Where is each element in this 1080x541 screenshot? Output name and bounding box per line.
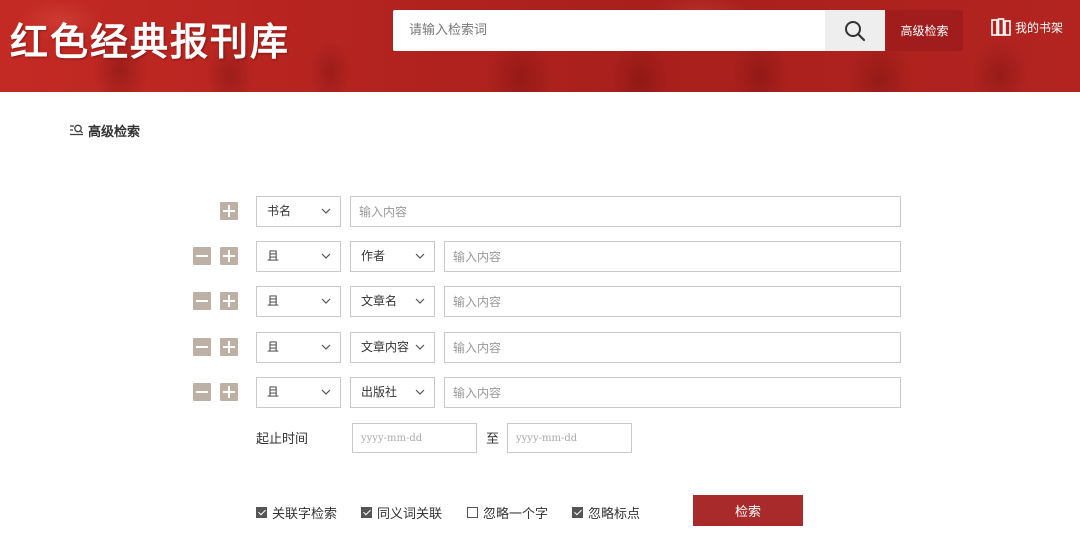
search-row-2: 且 作者 [0, 241, 1080, 272]
checkbox-checked[interactable] [572, 507, 583, 518]
add-row-button[interactable] [220, 247, 238, 265]
search-box [393, 10, 885, 51]
chevron-down-icon [415, 344, 425, 350]
checkbox-checked[interactable] [256, 507, 267, 518]
search-button[interactable] [825, 10, 885, 51]
add-row-button[interactable] [220, 383, 238, 401]
add-row-button[interactable] [220, 202, 238, 220]
chevron-down-icon [415, 389, 425, 395]
chevron-down-icon [415, 298, 425, 304]
logic-select-value: 且 [267, 340, 280, 354]
option-label: 同义词关联 [377, 507, 443, 522]
logic-select[interactable]: 且 [256, 332, 341, 363]
advanced-search-icon [70, 124, 83, 136]
page-title: 高级检索 [69, 121, 140, 140]
my-bookshelf-link[interactable]: 我的书架 [991, 18, 1063, 36]
field-select[interactable]: 出版社 [350, 377, 435, 408]
date-separator: 至 [486, 432, 500, 447]
search-row-1: 书名 [0, 196, 1080, 227]
field-select[interactable]: 文章内容 [350, 332, 435, 363]
search-input[interactable] [393, 10, 825, 51]
chevron-down-icon [415, 253, 425, 259]
field-select-value: 出版社 [361, 385, 398, 399]
keyword-input[interactable] [444, 286, 901, 317]
logic-select-value: 且 [267, 294, 280, 308]
end-date-input[interactable] [507, 423, 632, 453]
chevron-down-icon [321, 253, 331, 259]
chevron-down-icon [321, 208, 331, 214]
remove-row-button[interactable] [193, 338, 211, 356]
chevron-down-icon [321, 344, 331, 350]
search-icon [845, 20, 866, 41]
chevron-down-icon [321, 389, 331, 395]
logic-select[interactable]: 且 [256, 377, 341, 408]
keyword-input[interactable] [444, 377, 901, 408]
search-row-5: 且 出版社 [0, 377, 1080, 408]
field-select-value: 书名 [267, 204, 292, 218]
logic-select[interactable]: 且 [256, 286, 341, 317]
keyword-input[interactable] [444, 241, 901, 272]
checkbox-unchecked[interactable] [467, 507, 478, 518]
chevron-down-icon [321, 298, 331, 304]
header-banner: 红色经典报刊库 高级检索 我的书架 [0, 0, 1080, 92]
option-label: 忽略一个字 [483, 507, 549, 522]
logic-select-value: 且 [267, 249, 280, 263]
remove-row-button[interactable] [193, 247, 211, 265]
keyword-input[interactable] [350, 196, 901, 227]
field-select-value: 文章内容 [361, 340, 410, 354]
bookshelf-label: 我的书架 [1015, 20, 1064, 35]
bookshelf-icon [991, 18, 1011, 36]
remove-row-button[interactable] [193, 383, 211, 401]
field-select-value: 文章名 [361, 294, 398, 308]
field-select[interactable]: 书名 [256, 196, 341, 227]
search-row-4: 且 文章内容 [0, 332, 1080, 363]
add-row-button[interactable] [220, 338, 238, 356]
start-date-input[interactable] [352, 423, 477, 453]
field-select[interactable]: 作者 [350, 241, 435, 272]
option-related-chars[interactable]: 关联字检索 [256, 503, 337, 522]
logic-select[interactable]: 且 [256, 241, 341, 272]
logic-select-value: 且 [267, 385, 280, 399]
option-label: 关联字检索 [272, 507, 338, 522]
option-synonyms[interactable]: 同义词关联 [361, 503, 442, 522]
date-range-label: 起止时间 [256, 432, 309, 447]
field-select-value: 作者 [361, 249, 386, 263]
option-ignore-char[interactable]: 忽略一个字 [467, 503, 548, 522]
field-select[interactable]: 文章名 [350, 286, 435, 317]
search-submit-button[interactable]: 检索 [693, 495, 803, 526]
keyword-input[interactable] [444, 332, 901, 363]
advanced-search-button[interactable]: 高级检索 [886, 10, 963, 51]
checkbox-checked[interactable] [361, 507, 372, 518]
remove-row-button[interactable] [193, 292, 211, 310]
option-label: 忽略标点 [588, 507, 641, 522]
page-title-label: 高级检索 [88, 125, 141, 140]
search-row-3: 且 文章名 [0, 286, 1080, 317]
option-ignore-punctuation[interactable]: 忽略标点 [572, 503, 640, 522]
add-row-button[interactable] [220, 292, 238, 310]
site-logo[interactable]: 红色经典报刊库 [10, 11, 290, 66]
